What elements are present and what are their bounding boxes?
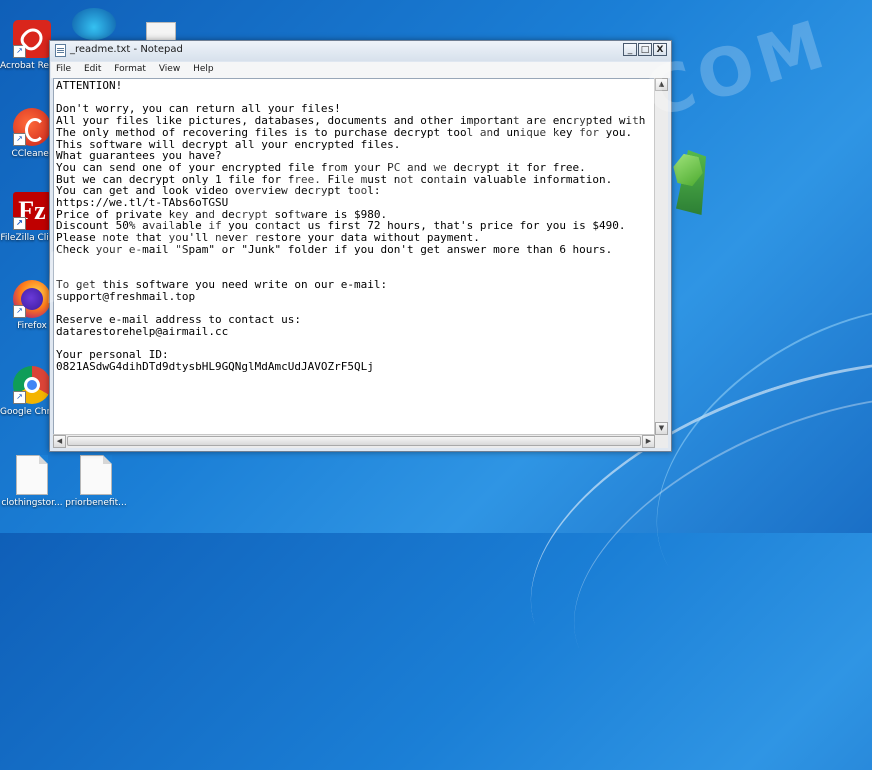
menu-edit[interactable]: Edit — [79, 62, 106, 74]
notepad-icon — [55, 44, 66, 57]
shortcut-arrow-icon: ↗ — [13, 217, 26, 230]
acrobat-icon: ↗ — [13, 20, 51, 58]
ransom-note-text[interactable]: ATTENTION! Don't worry, you can return a… — [54, 79, 655, 373]
vertical-scrollbar[interactable]: ▲ ▼ — [654, 78, 668, 435]
filezilla-icon: Fz ↗ — [13, 192, 51, 230]
desktop-icon-label: priorbenefit... — [65, 498, 127, 508]
vertical-scroll-track[interactable] — [656, 92, 666, 421]
maximize-button[interactable]: □ — [638, 43, 652, 56]
firefox-icon: ↗ — [13, 280, 51, 318]
ccleaner-icon: ↗ — [13, 108, 51, 146]
horizontal-scrollbar[interactable]: ◀ ▶ — [53, 434, 655, 448]
minimize-button[interactable]: _ — [623, 43, 637, 56]
resize-grip[interactable] — [655, 435, 668, 448]
file-icon — [80, 455, 112, 495]
scroll-right-button[interactable]: ▶ — [642, 435, 655, 448]
menu-file[interactable]: File — [51, 62, 76, 74]
menu-help[interactable]: Help — [188, 62, 219, 74]
menu-view[interactable]: View — [154, 62, 185, 74]
notepad-window[interactable]: _readme.txt - Notepad _ □ X File Edit Fo… — [49, 40, 672, 452]
shortcut-arrow-icon: ↗ — [13, 305, 26, 318]
window-title: _readme.txt - Notepad — [70, 44, 183, 55]
shortcut-arrow-icon: ↗ — [13, 133, 26, 146]
chrome-icon: ↗ — [13, 366, 51, 404]
shortcut-arrow-icon: ↗ — [13, 45, 26, 58]
file-icon — [16, 455, 48, 495]
desktop-icon-label: clothingstor... — [1, 498, 63, 508]
edge-icon[interactable] — [72, 8, 116, 40]
text-editor-area[interactable]: ATTENTION! Don't worry, you can return a… — [53, 78, 655, 435]
desktop-icon-file[interactable]: clothingstor... — [0, 455, 64, 509]
file-icon[interactable] — [146, 22, 176, 42]
close-button[interactable]: X — [653, 43, 667, 56]
scroll-down-button[interactable]: ▼ — [655, 422, 668, 435]
horizontal-scroll-thumb[interactable] — [67, 436, 641, 446]
menu-format[interactable]: Format — [109, 62, 151, 74]
shortcut-arrow-icon: ↗ — [13, 391, 26, 404]
desktop-icon-file[interactable]: priorbenefit... — [64, 455, 128, 509]
scroll-left-button[interactable]: ◀ — [53, 435, 66, 448]
scroll-up-button[interactable]: ▲ — [655, 78, 668, 91]
title-bar[interactable]: _readme.txt - Notepad _ □ X — [50, 41, 671, 61]
menu-bar: File Edit Format View Help — [51, 62, 670, 78]
